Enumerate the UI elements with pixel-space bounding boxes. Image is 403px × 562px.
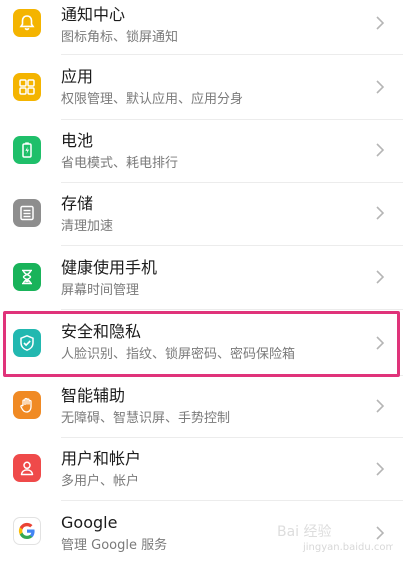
settings-item-title: 健康使用手机 bbox=[61, 258, 158, 277]
chevron-right-icon bbox=[373, 203, 387, 223]
settings-list: 通知中心 图标角标、锁屏通知 应用 权限管理、默认应用、应用分身 电池 省电模式… bbox=[0, 0, 403, 562]
watermark-text: jingyan.baidu.com bbox=[302, 542, 393, 553]
settings-item-subtitle: 清理加速 bbox=[61, 219, 114, 234]
bell-icon bbox=[13, 9, 41, 37]
settings-item-users-accounts[interactable]: 用户和帐户 多用户、帐户 bbox=[0, 438, 403, 502]
settings-item-title: 安全和隐私 bbox=[61, 322, 142, 341]
settings-item-title: 智能辅助 bbox=[61, 386, 126, 405]
settings-item-apps[interactable]: 应用 权限管理、默认应用、应用分身 bbox=[0, 55, 403, 119]
settings-item-subtitle: 省电模式、耗电排行 bbox=[61, 156, 179, 171]
chevron-right-icon bbox=[373, 396, 387, 416]
chevron-right-icon bbox=[373, 77, 387, 97]
settings-item-subtitle: 无障碍、智慧识屏、手势控制 bbox=[61, 411, 231, 426]
settings-item-accessibility[interactable]: 智能辅助 无障碍、智慧识屏、手势控制 bbox=[0, 376, 403, 440]
settings-item-subtitle: 图标角标、锁屏通知 bbox=[61, 30, 179, 45]
settings-item-title: 通知中心 bbox=[61, 5, 126, 24]
settings-item-storage[interactable]: 存储 清理加速 bbox=[0, 183, 403, 247]
settings-item-security-privacy[interactable]: 安全和隐私 人脸识别、指纹、锁屏密码、密码保险箱 bbox=[0, 311, 403, 375]
user-icon bbox=[13, 454, 41, 482]
google-icon bbox=[13, 517, 41, 545]
settings-item-battery[interactable]: 电池 省电模式、耗电排行 bbox=[0, 120, 403, 184]
settings-item-subtitle: 权限管理、默认应用、应用分身 bbox=[61, 92, 244, 107]
settings-item-notifications[interactable]: 通知中心 图标角标、锁屏通知 bbox=[0, 0, 403, 54]
chevron-right-icon bbox=[373, 459, 387, 479]
settings-item-title: 存储 bbox=[61, 194, 94, 213]
chevron-right-icon bbox=[373, 140, 387, 160]
settings-item-title: 用户和帐户 bbox=[61, 449, 142, 468]
hourglass-icon bbox=[13, 263, 41, 291]
chevron-right-icon bbox=[373, 267, 387, 287]
settings-item-subtitle: 人脸识别、指纹、锁屏密码、密码保险箱 bbox=[61, 347, 296, 362]
storage-icon bbox=[13, 199, 41, 227]
chevron-right-icon bbox=[373, 13, 387, 33]
settings-item-title: 应用 bbox=[61, 67, 94, 86]
settings-item-subtitle: 多用户、帐户 bbox=[61, 474, 140, 489]
battery-icon bbox=[13, 136, 41, 164]
shield-check-icon bbox=[13, 329, 41, 357]
settings-item-subtitle: 屏幕时间管理 bbox=[61, 283, 140, 298]
settings-item-title: 电池 bbox=[61, 131, 94, 150]
hand-icon bbox=[13, 391, 41, 419]
chevron-right-icon bbox=[373, 333, 387, 353]
watermark-logo: Bai 经验 bbox=[277, 524, 332, 540]
baidu-jingyan-watermark: Bai 经验 jingyan.baidu.com bbox=[273, 520, 395, 554]
divider bbox=[61, 309, 403, 310]
settings-item-digital-balance[interactable]: 健康使用手机 屏幕时间管理 bbox=[0, 246, 403, 310]
apps-grid-icon bbox=[13, 73, 41, 101]
